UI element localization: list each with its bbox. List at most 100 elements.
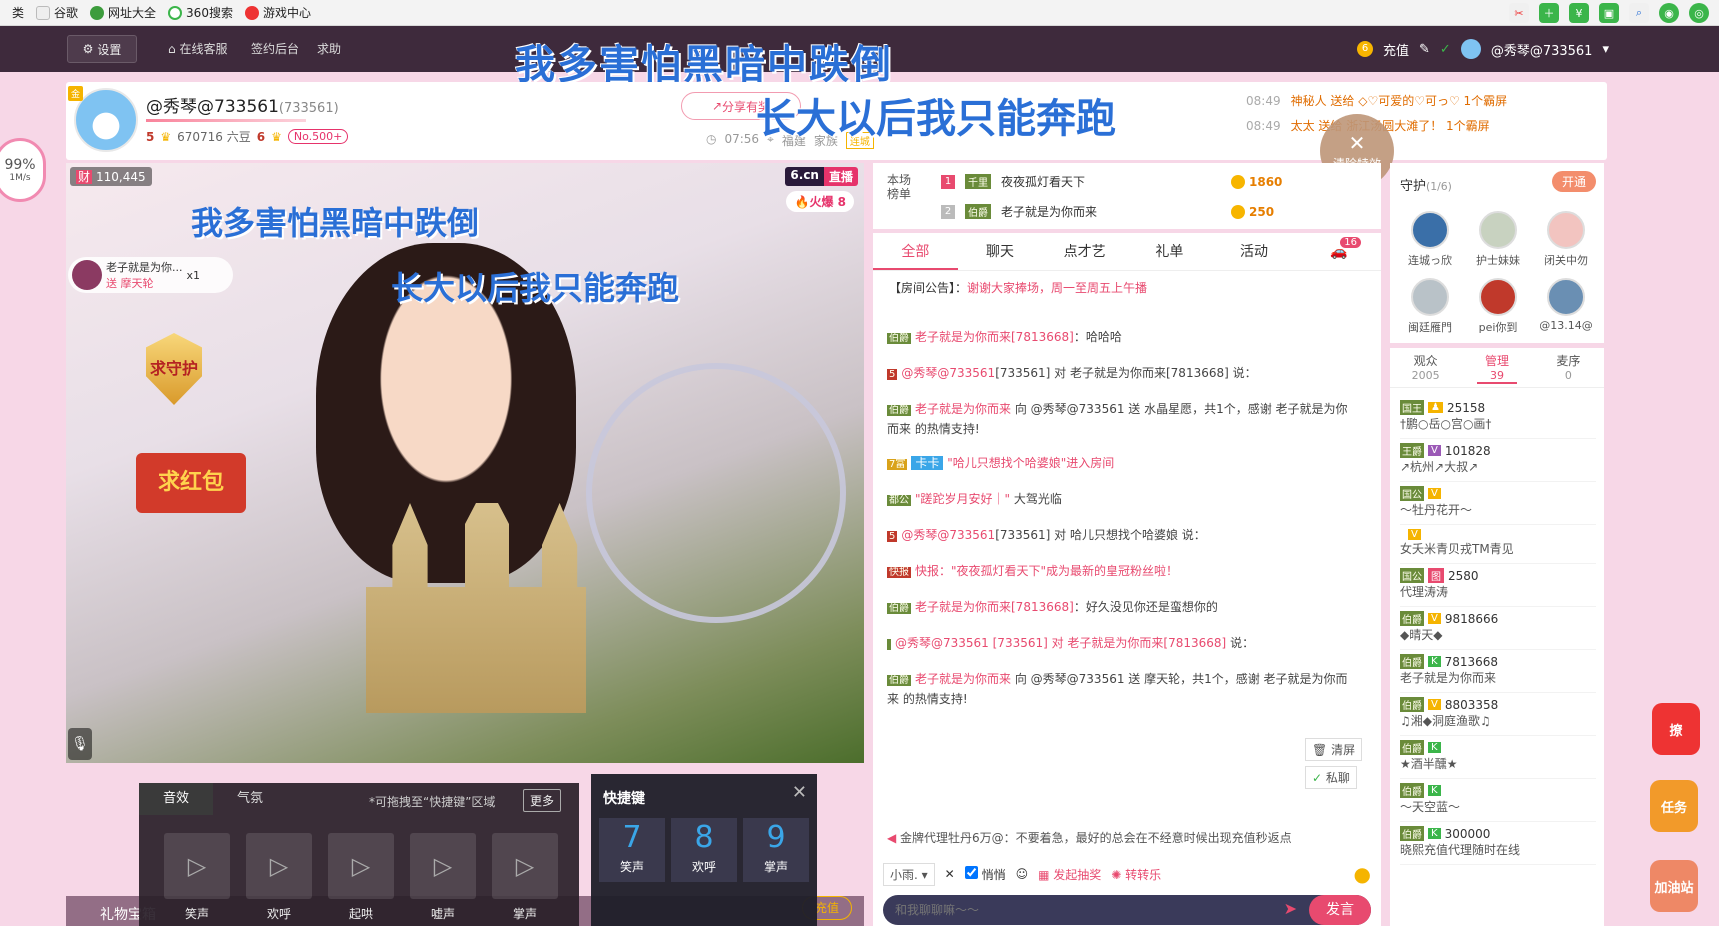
task-button[interactable]: 任务	[1650, 780, 1698, 832]
tab-sound-effects[interactable]: 音效	[139, 783, 213, 815]
sfx-item[interactable]: ▷ 欢呼	[246, 833, 312, 922]
hotkey-item[interactable]: 8 欢呼	[671, 818, 737, 882]
liao-button[interactable]: 撩	[1652, 703, 1700, 755]
scissors-icon[interactable]: ✂	[1509, 3, 1529, 23]
msg-user[interactable]: @秀琴@733561 [733561] 对 老子就是为你而来[7813668]	[895, 636, 1226, 650]
mic-icon[interactable]: 🎙	[68, 728, 92, 760]
list-item[interactable]: 国公 V ～牡丹花开～	[1400, 482, 1596, 525]
bookmark-item[interactable]: 网址大全	[90, 4, 156, 21]
shield-icon[interactable]: ¥	[1569, 3, 1589, 23]
msg-user[interactable]: 老子就是为你而来[7813668]	[915, 600, 1074, 614]
spin-button[interactable]: ✺ 转转乐	[1111, 866, 1161, 883]
ranking-row[interactable]: 1 千里 夜夜孤灯看天下 1860	[941, 173, 1361, 190]
list-item[interactable]: V 女夭米青贝戎TM青见	[1400, 525, 1596, 564]
list-item[interactable]: 伯爵 K 300000 晓熙充值代理随时在线	[1400, 822, 1596, 865]
browser-icon[interactable]: ◉	[1659, 3, 1679, 23]
edit-icon[interactable]: ✎	[1419, 42, 1430, 57]
tab-label: 麦序	[1556, 354, 1581, 368]
rank-badge[interactable]: No.500+	[287, 129, 349, 144]
guard-item[interactable]: 连城っ欣	[1398, 211, 1462, 268]
close-icon[interactable]: ✕	[792, 782, 807, 803]
whisper-check[interactable]	[964, 865, 978, 879]
hotkey-item[interactable]: 9 掌声	[743, 818, 809, 882]
tab-viewers[interactable]: 观众 2005	[1390, 348, 1461, 387]
red-packet-button[interactable]: 求红包	[136, 453, 246, 513]
list-item[interactable]: 伯爵 K ～天空蓝～	[1400, 779, 1596, 822]
list-item[interactable]: 伯爵 K ★酒半醺★	[1400, 736, 1596, 779]
chat-input[interactable]	[895, 900, 1255, 920]
guard-item[interactable]: 闭关中勿	[1534, 211, 1598, 268]
hotkey-item[interactable]: 7 笑声	[599, 818, 665, 882]
list-item[interactable]: 伯爵 V 8803358 ♫湘◆洞庭渔歌♫	[1400, 693, 1596, 736]
send-button[interactable]: 发言	[1309, 895, 1371, 925]
list-item[interactable]: 国公图 2580 代理涛涛	[1400, 564, 1596, 607]
avatar	[1411, 278, 1449, 316]
username[interactable]: @秀琴@733561	[1491, 40, 1593, 59]
ranking-row[interactable]: 2 伯爵 老子就是为你而来 250	[941, 203, 1361, 220]
guard-request-button[interactable]: 求守护	[146, 333, 202, 405]
ranking-label[interactable]: 本场榜单	[887, 173, 915, 201]
msg-user[interactable]: 卡卡	[911, 456, 944, 470]
tab-activity[interactable]: 活动	[1212, 233, 1297, 270]
msg-user[interactable]: 老子就是为你而来[7813668]	[915, 330, 1074, 344]
tab-talent[interactable]: 点才艺	[1042, 233, 1127, 270]
egg-icon[interactable]: ●	[1354, 862, 1371, 886]
game-controller-icon[interactable]: ▣	[1599, 3, 1619, 23]
bookmark-item[interactable]: 类	[12, 4, 24, 21]
close-icon[interactable]: ✕	[945, 867, 955, 881]
user-avatar[interactable]	[1460, 39, 1481, 59]
list-item[interactable]: 王爵 V 101828 ↗杭州↗大叔↗	[1400, 439, 1596, 482]
tab-admins[interactable]: 管理 39	[1461, 348, 1532, 387]
search-icon[interactable]: ⌕	[1629, 3, 1649, 23]
bookmark-item[interactable]: 游戏中心	[244, 4, 311, 21]
guard-item[interactable]: @13.14@	[1534, 278, 1598, 335]
streamer-avatar[interactable]	[74, 88, 138, 152]
tab-atmosphere[interactable]: 气氛	[213, 783, 287, 815]
chevron-down-icon[interactable]: ▾	[1602, 42, 1609, 57]
tab-chat[interactable]: 聊天	[958, 233, 1043, 270]
guard-item[interactable]: 闽廷雁門	[1398, 278, 1462, 335]
lottery-button[interactable]: ▦ 发起抽奖	[1038, 866, 1101, 883]
msg-user[interactable]: 老子就是为你而来	[915, 402, 1011, 416]
private-chat-button[interactable]: ✓ 私聊	[1305, 766, 1357, 789]
tab-cars[interactable]: 🚗	[1296, 233, 1381, 270]
sfx-item[interactable]: ▷ 掌声	[492, 833, 558, 922]
rank-score: 1860	[1231, 174, 1282, 189]
sfx-item[interactable]: ▷ 起哄	[328, 833, 394, 922]
sfx-item[interactable]: ▷ 嘘声	[410, 833, 476, 922]
settings-button[interactable]: ⚙ 设置	[67, 35, 137, 63]
sfx-more-button[interactable]: 更多	[523, 789, 562, 812]
clear-screen-button[interactable]: 🗑 清屏	[1305, 738, 1363, 761]
nav-sign-backend[interactable]: 签约后台	[251, 40, 299, 57]
nav-help[interactable]: 求助	[317, 40, 341, 57]
emoji-icon[interactable]: ☺	[1016, 867, 1029, 881]
hotkey-panel: 快捷键 ✕ 7 笑声 8 欢呼 9 掌声	[591, 774, 817, 926]
video-player[interactable]: 财 110,445 6.cn 直播 🔥火爆 8 我多害怕黑暗中跌倒 长大以后我只能奔…	[66, 163, 864, 763]
wechat-icon[interactable]: ◎	[1689, 3, 1709, 23]
gas-station-button[interactable]: 加油站	[1650, 860, 1698, 912]
guard-item[interactable]: pei你到	[1466, 278, 1530, 335]
msg-user[interactable]: @秀琴@733561	[901, 366, 995, 380]
msg-user[interactable]: @秀琴@733561	[901, 528, 995, 542]
chat-target-select[interactable]: 小雨. ▾	[883, 862, 935, 886]
whisper-checkbox[interactable]: 悄悄	[964, 865, 1006, 883]
extension-icon[interactable]: ＋	[1539, 3, 1559, 23]
guard-open-button[interactable]: 开通	[1551, 171, 1596, 192]
nav-customer-service[interactable]: ⌂ 在线客服	[168, 40, 227, 57]
tab-all[interactable]: 全部	[873, 233, 958, 270]
msg-user[interactable]: "蹉跎岁月安好｜"	[915, 492, 1010, 506]
send-plane-icon[interactable]: ➤	[1284, 899, 1297, 918]
recharge-link[interactable]: 充值	[1383, 40, 1409, 59]
bookmark-item[interactable]: 360搜索	[168, 4, 233, 21]
tab-gifts[interactable]: 礼单	[1127, 233, 1212, 270]
bookmark-item[interactable]: 谷歌	[36, 4, 78, 21]
guard-item[interactable]: 护士妹妹	[1466, 211, 1530, 268]
tab-mic-queue[interactable]: 麦序 0	[1533, 348, 1604, 387]
check-circle-icon[interactable]: ✓	[1440, 42, 1451, 57]
list-item[interactable]: 伯爵 K 7813668 老子就是为你而来	[1400, 650, 1596, 693]
vip-icon: V	[1428, 699, 1441, 710]
msg-user[interactable]: 老子就是为你而来	[915, 672, 1011, 686]
list-item[interactable]: 国王 ♟ 25158 †鹏○岳○宫○画†	[1400, 396, 1596, 439]
sfx-item[interactable]: ▷ 笑声	[164, 833, 230, 922]
list-item[interactable]: 伯爵 V 9818666 ◆晴天◆	[1400, 607, 1596, 650]
